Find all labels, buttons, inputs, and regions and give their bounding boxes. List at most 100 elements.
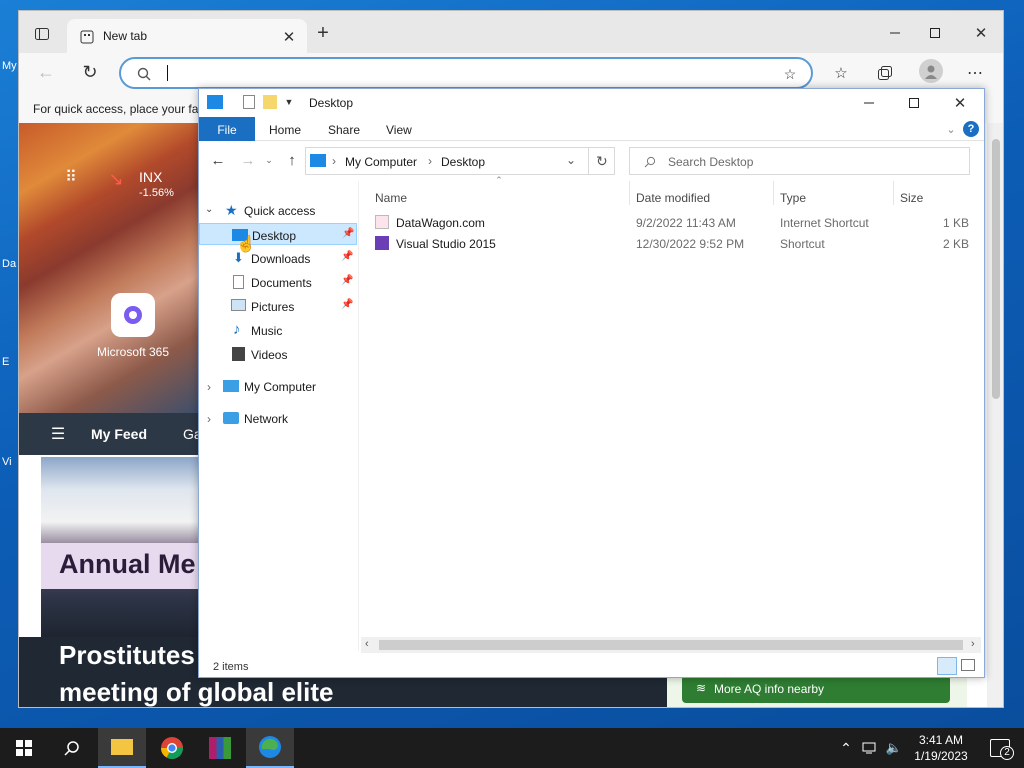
up-icon[interactable]: ↑	[283, 151, 301, 169]
file-explorer-taskbar-button[interactable]	[98, 728, 146, 768]
pin-icon[interactable]: 📌	[342, 228, 354, 239]
column-divider[interactable]	[893, 181, 894, 205]
nav-item-pictures[interactable]: Pictures 📌	[199, 295, 357, 317]
tab-my-feed[interactable]: My Feed	[91, 426, 147, 442]
nav-my-computer[interactable]: › My Computer	[199, 375, 357, 397]
back-icon[interactable]: ←	[35, 61, 57, 83]
column-divider[interactable]	[773, 181, 774, 205]
notification-icon: 2	[990, 739, 1014, 760]
file-row[interactable]: Visual Studio 2015 12/30/2022 9:52 PM Sh…	[361, 234, 981, 254]
nav-network[interactable]: › Network	[199, 407, 357, 429]
aq-button-label: More AQ info nearby	[714, 682, 825, 696]
breadcrumb-my-computer[interactable]: My Computer	[345, 155, 417, 169]
nav-item-documents[interactable]: Documents 📌	[199, 271, 357, 293]
stock-ticker[interactable]: INX	[139, 169, 162, 185]
desktop-icon-label[interactable]: My	[2, 60, 18, 72]
add-favorite-icon[interactable]: ☆	[781, 65, 799, 83]
menu-icon[interactable]: ☰	[49, 425, 67, 443]
network-tray-icon[interactable]	[858, 728, 882, 768]
status-bar: 2 items	[199, 655, 984, 677]
column-header-size[interactable]: Size	[900, 191, 923, 205]
desktop-icon-label[interactable]: E	[2, 356, 18, 368]
ribbon-tab-share[interactable]: Share	[328, 117, 360, 141]
edge-taskbar-button[interactable]	[246, 728, 294, 768]
scroll-left-icon[interactable]: ‹	[365, 638, 369, 650]
collections-icon[interactable]	[875, 63, 895, 83]
chevron-down-icon[interactable]: ⌄	[566, 153, 576, 167]
address-bar[interactable]: ☆	[119, 57, 813, 89]
internet-shortcut-icon	[375, 215, 389, 229]
new-folder-icon[interactable]	[263, 95, 277, 109]
ribbon-tab-file[interactable]: File	[199, 117, 255, 141]
breadcrumb[interactable]: › My Computer › Desktop ⌄ ↻	[305, 147, 615, 175]
show-hidden-icons[interactable]: ⌃	[834, 728, 858, 768]
maximize-icon[interactable]	[904, 93, 924, 113]
explorer-title-bar[interactable]: ▼ Desktop ✕	[199, 89, 984, 117]
properties-icon[interactable]	[243, 95, 255, 109]
microsoft-365-icon[interactable]	[111, 293, 155, 337]
notification-center-button[interactable]: 2	[976, 728, 1024, 768]
maximize-icon[interactable]	[925, 23, 945, 43]
nav-item-label: Pictures	[251, 300, 295, 314]
nav-quick-access[interactable]: ⌄ ★ Quick access	[199, 199, 357, 221]
column-divider[interactable]	[629, 181, 630, 205]
chrome-taskbar-button[interactable]	[148, 728, 196, 768]
expand-ribbon-icon[interactable]: ⌄	[943, 121, 959, 137]
start-button[interactable]	[0, 728, 48, 768]
horizontal-scrollbar[interactable]: ‹ ›	[361, 637, 981, 653]
tab-new-tab[interactable]: New tab ✕	[67, 19, 307, 53]
tab-actions-icon[interactable]	[33, 25, 51, 43]
breadcrumb-desktop[interactable]: Desktop	[441, 155, 485, 169]
clock[interactable]: 3:41 AM 1/19/2023	[906, 732, 976, 764]
pin-icon[interactable]: 📌	[341, 299, 353, 310]
scroll-right-icon[interactable]: ›	[971, 638, 975, 650]
recent-locations-icon[interactable]: ⌄	[263, 151, 275, 169]
desktop-icon-label[interactable]: Da	[2, 258, 18, 270]
nav-item-downloads[interactable]: ⬇ Downloads 📌	[199, 247, 357, 269]
pin-icon[interactable]: 📌	[341, 275, 353, 286]
nav-item-music[interactable]: ♪ Music	[199, 319, 357, 341]
nav-item-desktop[interactable]: Desktop 📌 ☝	[199, 223, 357, 253]
apps-grid-icon[interactable]: ⠿	[61, 167, 81, 187]
desktop-icon-label[interactable]: Vi	[2, 456, 18, 468]
refresh-icon[interactable]: ↻	[596, 153, 608, 170]
column-header-type[interactable]: Type	[780, 191, 806, 205]
chevron-right-icon[interactable]: ›	[207, 412, 211, 426]
back-icon[interactable]: ←	[209, 151, 227, 169]
taskbar: ⌃ 🔈 3:41 AM 1/19/2023 2	[0, 728, 1024, 768]
minimize-icon[interactable]	[885, 23, 905, 43]
winrar-taskbar-button[interactable]	[196, 728, 244, 768]
chevron-right-icon[interactable]: ›	[207, 380, 211, 394]
search-button[interactable]	[48, 728, 96, 768]
minimize-icon[interactable]	[859, 93, 879, 113]
refresh-icon[interactable]: ↻	[79, 61, 101, 83]
ribbon-tabs: File Home Share View ⌄ ?	[199, 117, 984, 141]
profile-avatar-icon[interactable]	[919, 59, 943, 83]
file-row[interactable]: DataWagon.com 9/2/2022 11:43 AM Internet…	[361, 213, 981, 233]
more-aq-info-button[interactable]: ≋ More AQ info nearby	[682, 675, 950, 703]
ribbon-tab-home[interactable]: Home	[269, 117, 301, 141]
large-icons-view-icon[interactable]	[961, 659, 975, 671]
customize-toolbar-icon[interactable]: ▼	[283, 95, 295, 109]
scrollbar-thumb[interactable]	[992, 139, 1000, 399]
new-tab-button[interactable]: +	[313, 22, 333, 44]
close-window-icon[interactable]: ✕	[950, 93, 970, 113]
microsoft-365-label[interactable]: Microsoft 365	[97, 345, 169, 359]
pin-icon[interactable]: 📌	[341, 251, 353, 262]
more-menu-icon[interactable]: ⋯	[965, 63, 985, 83]
nav-item-videos[interactable]: Videos	[199, 343, 357, 365]
nav-item-label: Documents	[251, 276, 312, 290]
details-view-icon[interactable]	[937, 657, 957, 675]
forward-icon[interactable]: →	[239, 151, 257, 169]
close-tab-icon[interactable]: ✕	[281, 29, 297, 46]
favorites-icon[interactable]: ☆	[831, 63, 851, 83]
ribbon-tab-view[interactable]: View	[386, 117, 412, 141]
help-icon[interactable]: ?	[963, 121, 979, 137]
column-header-name[interactable]: Name	[375, 191, 407, 205]
close-window-icon[interactable]: ✕	[971, 23, 991, 43]
volume-icon[interactable]: 🔈	[882, 728, 906, 768]
search-box[interactable]: Search Desktop	[629, 147, 970, 175]
browser-scrollbar[interactable]	[987, 123, 1003, 707]
scrollbar-thumb[interactable]	[379, 640, 963, 650]
column-header-date[interactable]: Date modified	[636, 191, 710, 205]
